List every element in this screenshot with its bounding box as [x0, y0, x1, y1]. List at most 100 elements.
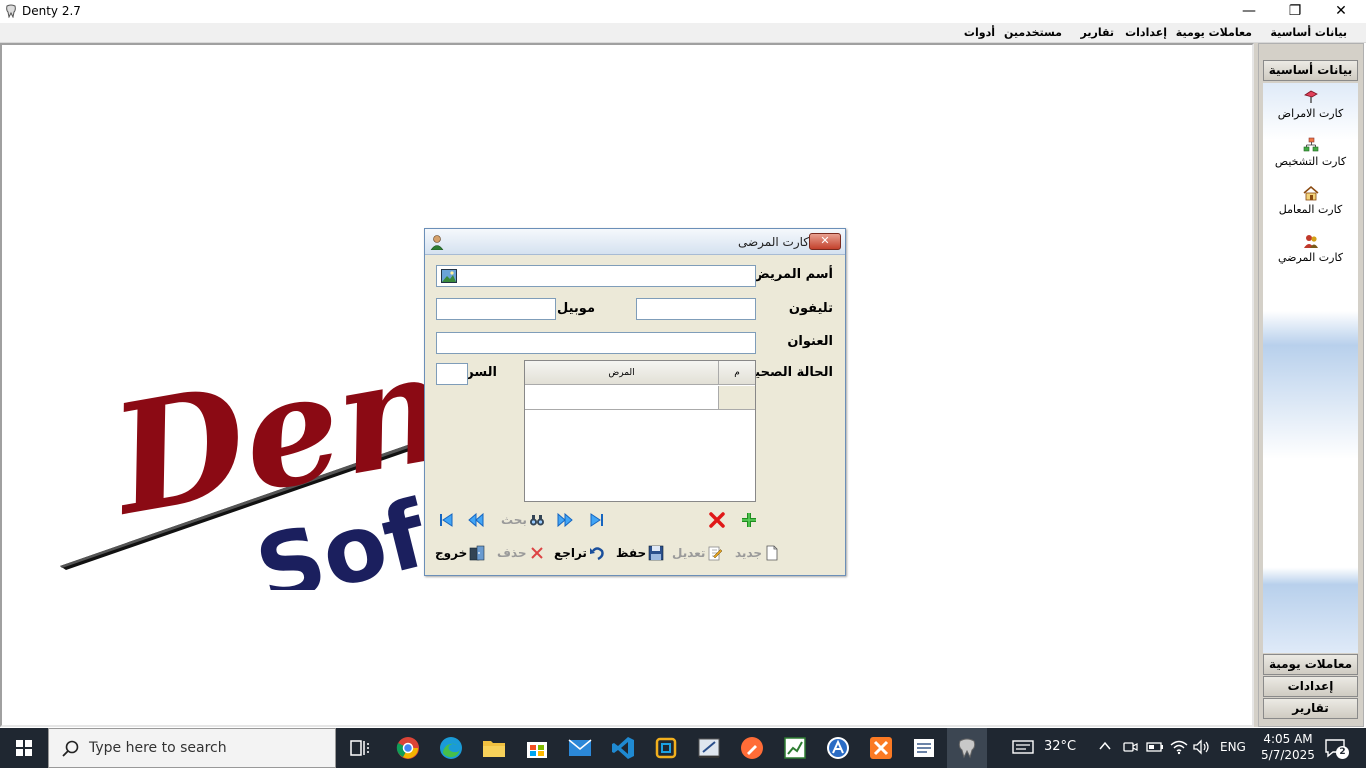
menu-bar: بيانات أساسية معاملات يومية إعدادات تقار… — [0, 23, 1366, 43]
minimize-button[interactable]: — — [1226, 0, 1272, 23]
new-button[interactable]: جديد — [735, 543, 780, 563]
side-panel: بيانات أساسية كارت الامراض كارت التشخيص … — [1258, 43, 1364, 727]
edge-icon[interactable] — [435, 732, 467, 764]
window-titlebar: Denty 2.7 — ❐ ✕ — [0, 0, 1366, 23]
side-item-diagnosis[interactable]: كارت التشخيص — [1263, 137, 1358, 168]
search-button[interactable]: بحث — [501, 510, 545, 530]
notepad-icon[interactable] — [908, 732, 940, 764]
denty-taskbar-icon[interactable] — [947, 728, 987, 768]
previous-record-icon[interactable] — [467, 511, 485, 529]
patients-icon — [1302, 233, 1320, 251]
exit-label: خروج — [435, 546, 468, 560]
mobile-input[interactable] — [436, 298, 556, 320]
photo-icon[interactable] — [441, 269, 457, 283]
store-icon[interactable] — [521, 732, 553, 764]
save-button[interactable]: حفظ — [616, 543, 664, 563]
patient-name-input[interactable] — [436, 265, 756, 287]
side-section-basic-data[interactable]: بيانات أساسية — [1263, 60, 1358, 81]
health-status-label: الحالة الصحية — [747, 365, 833, 380]
battery-icon[interactable] — [1146, 739, 1164, 759]
phone-label: تليفون — [788, 301, 833, 316]
undo-label: تراجع — [554, 546, 587, 560]
notifications-icon[interactable]: 2 — [1324, 738, 1349, 759]
app-tooth-icon — [4, 4, 18, 19]
windows-icon — [16, 740, 32, 756]
address-label: العنوان — [787, 334, 833, 349]
last-record-icon[interactable] — [588, 511, 606, 529]
wifi-icon[interactable] — [1170, 739, 1188, 759]
diseases-grid[interactable]: المرض م — [524, 360, 756, 502]
menu-reports[interactable]: تقارير — [1081, 26, 1114, 39]
chevron-up-icon[interactable] — [1098, 739, 1112, 757]
undo-button[interactable]: تراجع — [554, 543, 605, 563]
system-clock[interactable]: 4:05 AM 5/7/2025 — [1258, 731, 1318, 763]
side-section-settings[interactable]: إعدادات — [1263, 676, 1358, 697]
mail-icon[interactable] — [564, 732, 596, 764]
taskbar-search-box[interactable]: Type here to search — [48, 728, 336, 768]
postman-icon[interactable] — [736, 732, 768, 764]
xampp-icon[interactable] — [865, 732, 897, 764]
input-language[interactable]: ENG — [1220, 740, 1246, 754]
patient-card-dialog: كارت المرضى ✕ أسم المريض تليفون موبيل ال… — [424, 228, 846, 576]
side-section-daily-transactions[interactable]: معاملات يومية — [1263, 654, 1358, 675]
dialog-titlebar[interactable]: كارت المرضى ✕ — [425, 229, 845, 255]
side-panel-content: كارت الامراض كارت التشخيص كارت المعامل ك… — [1263, 83, 1358, 653]
start-button[interactable] — [0, 728, 48, 768]
side-item-patients[interactable]: كارت المرضي — [1263, 233, 1358, 264]
restore-button[interactable]: ❐ — [1272, 0, 1318, 23]
search-icon — [61, 739, 81, 759]
meet-now-icon[interactable] — [1122, 739, 1138, 759]
snip-icon[interactable] — [650, 732, 682, 764]
task-view-icon[interactable] — [344, 732, 376, 764]
menu-tools[interactable]: أدوات — [964, 26, 995, 39]
patient-name-label: أسم المريض — [752, 267, 833, 282]
add-row-icon[interactable] — [740, 511, 758, 529]
search-placeholder: Type here to search — [89, 740, 227, 756]
remove-row-icon[interactable] — [708, 511, 726, 529]
denty-logo: Dent Sof — [50, 300, 529, 625]
new-label: جديد — [735, 546, 763, 560]
close-button[interactable]: ✕ — [1318, 0, 1364, 23]
menu-basic-data[interactable]: بيانات أساسية — [1270, 26, 1347, 39]
file-explorer-icon[interactable] — [478, 732, 510, 764]
side-item-label: كارت التشخيص — [1274, 155, 1347, 168]
vscode-icon[interactable] — [607, 732, 639, 764]
exit-button[interactable]: خروج — [435, 543, 485, 563]
clock-date: 5/7/2025 — [1261, 748, 1315, 762]
weather-temperature[interactable]: 32°C — [1044, 739, 1076, 754]
edit-button[interactable]: تعديل — [672, 543, 723, 563]
chart-app-icon[interactable] — [779, 732, 811, 764]
menu-users[interactable]: مستخدمين — [1004, 26, 1062, 39]
dialog-close-button[interactable]: ✕ — [809, 233, 841, 250]
search-label: بحث — [501, 513, 527, 527]
menu-daily-transactions[interactable]: معاملات يومية — [1176, 26, 1252, 39]
phone-input[interactable] — [636, 298, 756, 320]
first-record-icon[interactable] — [437, 511, 455, 529]
app-a-icon[interactable] — [822, 732, 854, 764]
grid-header-number[interactable]: م — [719, 361, 755, 385]
age-input[interactable] — [436, 363, 468, 385]
side-item-diseases[interactable]: كارت الامراض — [1263, 89, 1358, 120]
side-item-labs[interactable]: كارت المعامل — [1263, 185, 1358, 216]
menu-settings[interactable]: إعدادات — [1125, 26, 1167, 39]
grid-row-cell[interactable] — [525, 386, 719, 410]
lab-icon — [1302, 185, 1320, 203]
side-item-label: كارت المعامل — [1278, 203, 1343, 216]
edit-icon — [709, 546, 723, 561]
grid-row-selector[interactable] — [719, 386, 755, 410]
address-input[interactable] — [436, 332, 756, 354]
chrome-icon[interactable] — [392, 732, 424, 764]
clock-time: 4:05 AM — [1263, 732, 1313, 746]
window-title: Denty 2.7 — [22, 4, 81, 18]
diagnosis-icon — [1302, 137, 1320, 155]
side-item-label: كارت الامراض — [1277, 107, 1344, 120]
grid-header-disease[interactable]: المرض — [525, 361, 719, 385]
next-record-icon[interactable] — [556, 511, 574, 529]
undo-icon — [589, 547, 604, 561]
delete-button[interactable]: حذف — [497, 543, 545, 563]
exit-icon — [469, 545, 485, 561]
volume-icon[interactable] — [1193, 739, 1211, 759]
side-section-reports[interactable]: تقارير — [1263, 698, 1358, 719]
weather-icon[interactable] — [1012, 739, 1034, 759]
app-editor-icon[interactable] — [693, 732, 725, 764]
